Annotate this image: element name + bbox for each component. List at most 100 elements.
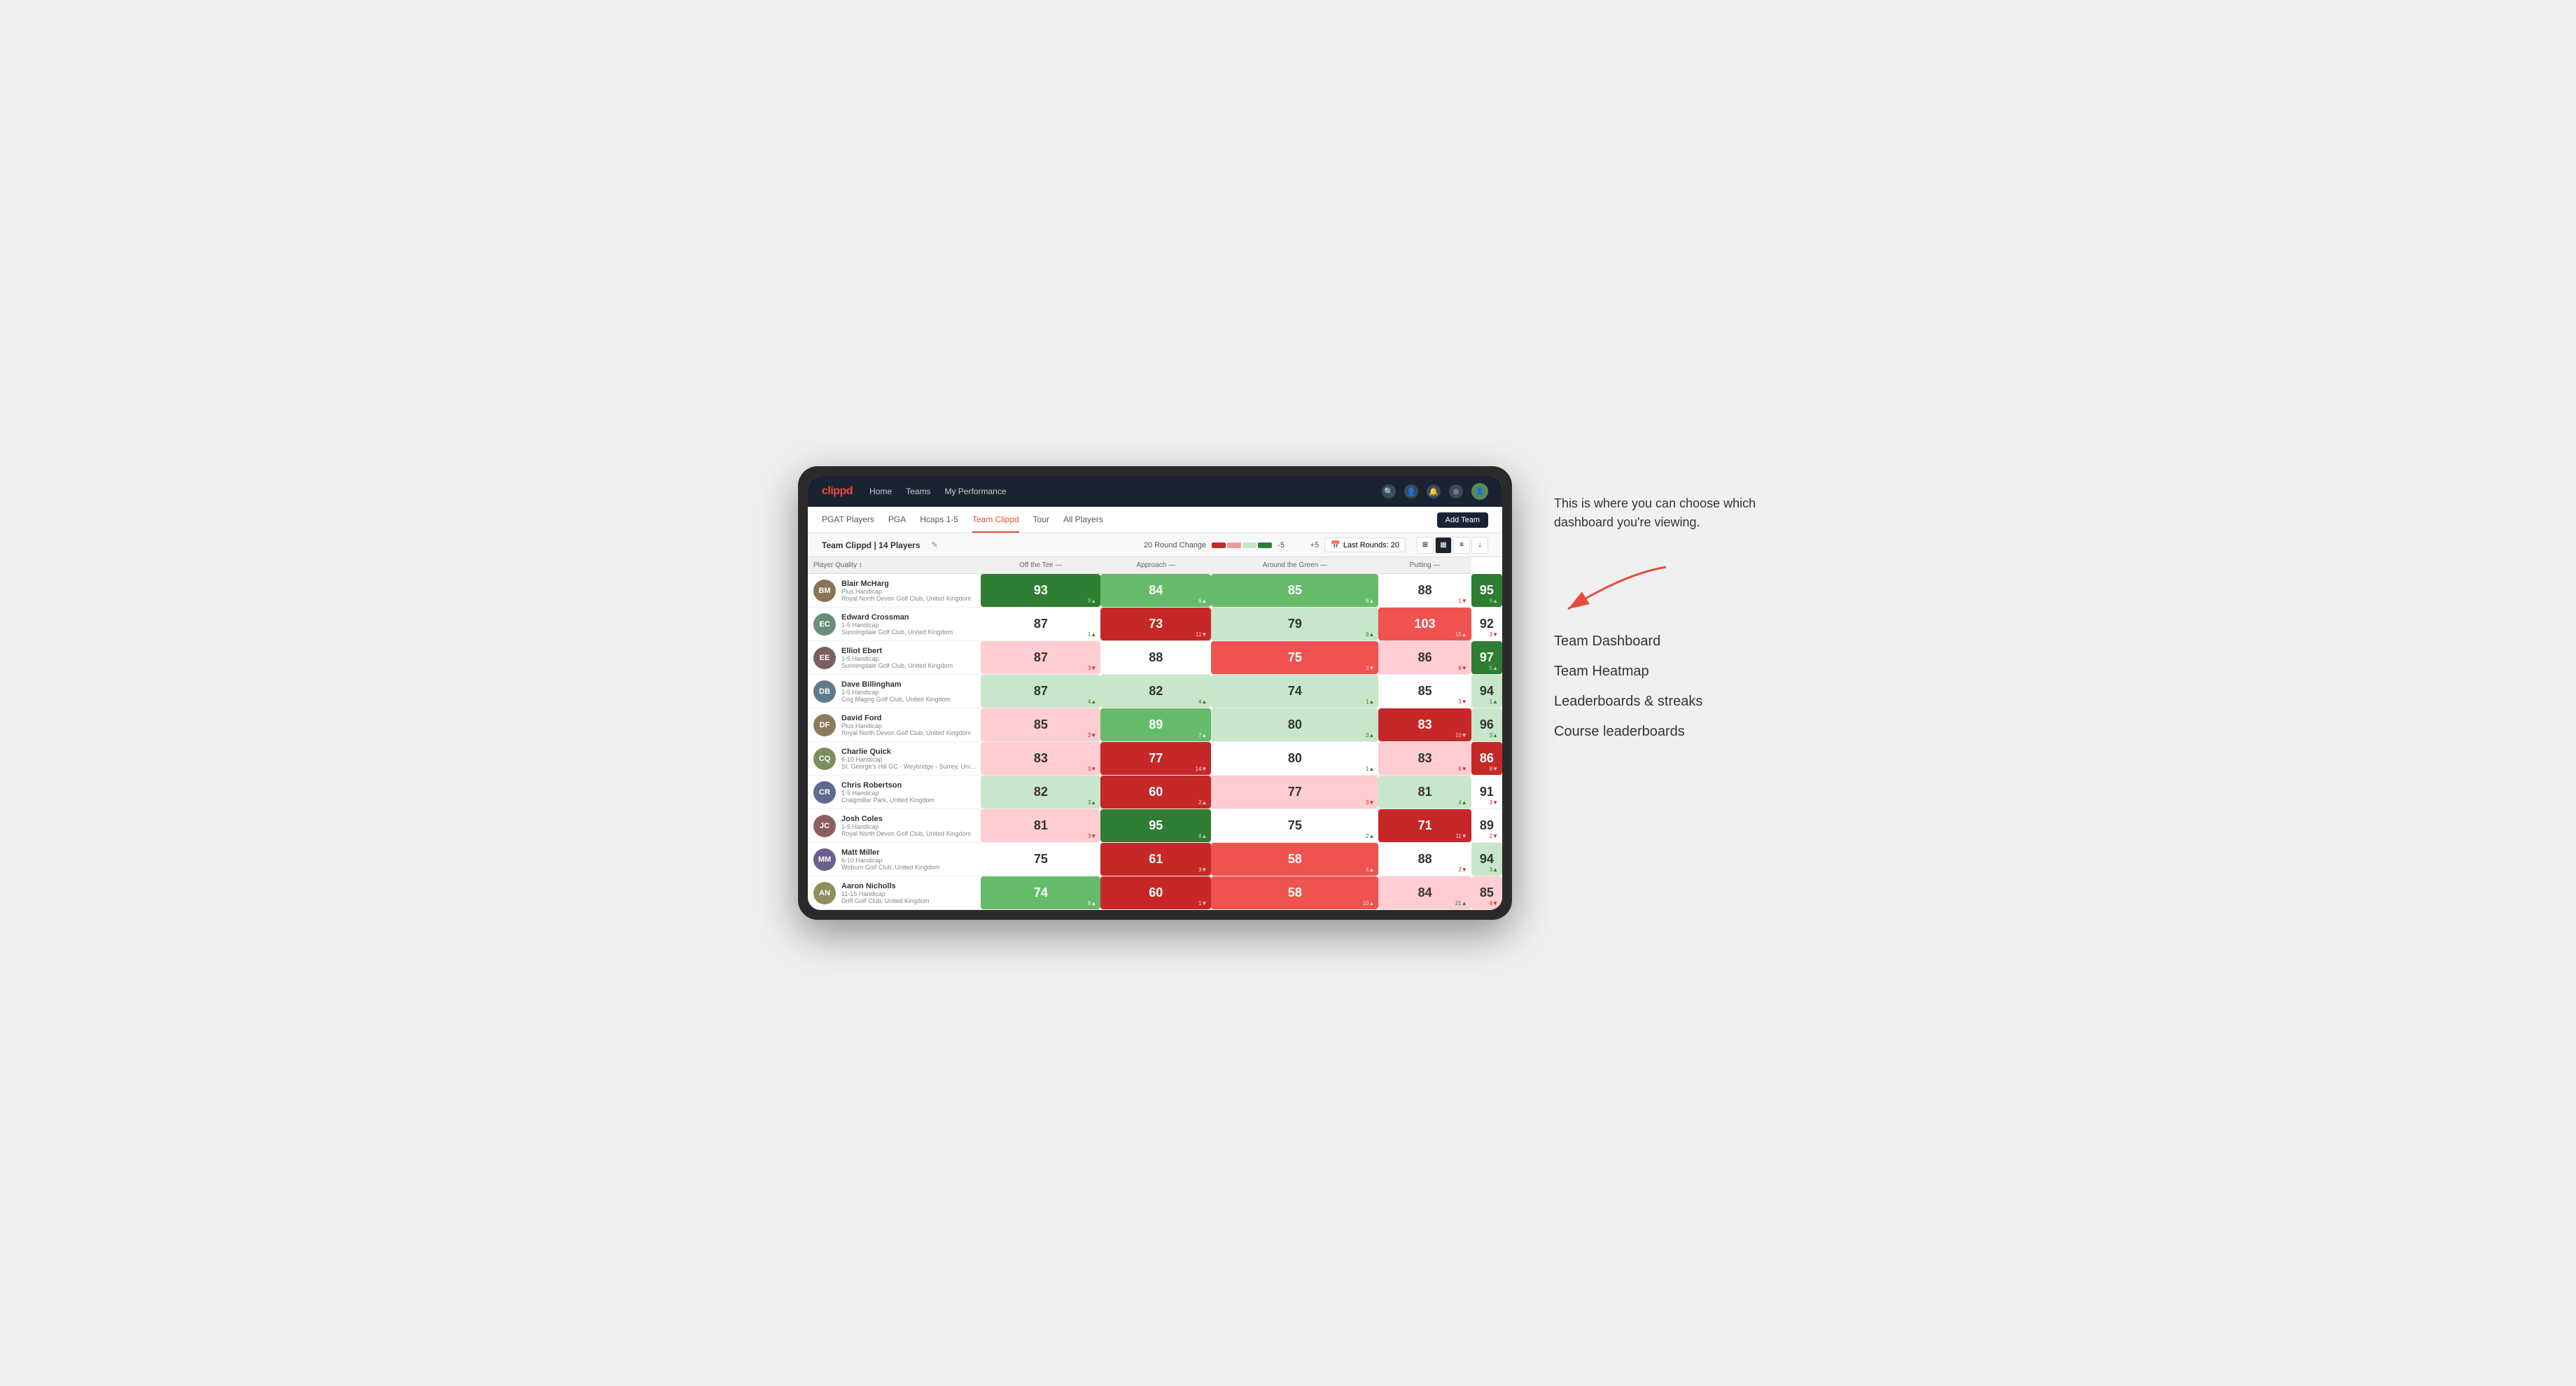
player-cell: MM Matt Miller 6-10 Handicap Woburn Golf…: [808, 844, 981, 875]
tab-hcaps[interactable]: Hcaps 1-5: [920, 507, 958, 533]
cell-putting-atg: 85 3▼: [1378, 675, 1471, 708]
range-label: -5 +5: [1278, 541, 1319, 550]
player-avatar: MM: [813, 848, 836, 871]
notifications-icon[interactable]: 🔔: [1427, 484, 1441, 498]
table-row[interactable]: CR Chris Robertson 1-5 Handicap Craigmil…: [808, 776, 1502, 809]
heatmap-view-button[interactable]: ▦: [1435, 537, 1452, 554]
metric-value: 95: [1149, 818, 1163, 833]
edit-icon[interactable]: ✎: [932, 540, 938, 550]
cell-approach: 77 14▼: [1100, 742, 1211, 776]
cell-around-green: 58 10▲: [1211, 876, 1378, 910]
metric-box: 87 3▼: [981, 641, 1100, 674]
option-team-heatmap[interactable]: Team Heatmap: [1554, 664, 1778, 680]
metric-change: 9▲: [1366, 631, 1374, 638]
player-cell: EE Elliot Ebert 1-5 Handicap Sunningdale…: [808, 643, 981, 673]
player-cell: CQ Charlie Quick 6-10 Handicap St. Georg…: [808, 743, 981, 774]
player-avatar: EE: [813, 647, 836, 669]
grid-view-button[interactable]: ⊞: [1417, 537, 1434, 554]
view-toggles: ⊞ ▦ ≡ ↓: [1417, 537, 1488, 554]
metric-box: 85 3▼: [981, 708, 1100, 741]
metric-change: 4▲: [1458, 799, 1466, 806]
list-view-button[interactable]: ≡: [1453, 537, 1470, 554]
metric-change: 9▲: [1490, 598, 1498, 604]
metric-box: 87 1▲: [981, 608, 1100, 640]
nav-home[interactable]: Home: [869, 486, 892, 496]
avatar[interactable]: 👤: [1471, 483, 1488, 500]
option-leaderboards[interactable]: Leaderboards & streaks: [1554, 694, 1778, 710]
metric-box: 71 11▼: [1378, 809, 1471, 842]
player-handicap: 1-5 Handicap: [841, 655, 975, 662]
col-header-putting[interactable]: Putting —: [1378, 557, 1471, 574]
metric-change: 2▼: [1490, 833, 1498, 839]
metric-value: 93: [1034, 583, 1048, 598]
table-row[interactable]: BM Blair McHarg Plus Handicap Royal Nort…: [808, 574, 1502, 608]
metric-value: 60: [1149, 886, 1163, 900]
cell-putting-atg: 103 15▲: [1378, 608, 1471, 641]
cell-approach: 61 3▼: [1100, 843, 1211, 876]
table-row[interactable]: EE Elliot Ebert 1-5 Handicap Sunningdale…: [808, 641, 1502, 675]
navbar-nav: Home Teams My Performance: [869, 486, 1365, 496]
table-row[interactable]: CQ Charlie Quick 6-10 Handicap St. Georg…: [808, 742, 1502, 776]
player-club: Sunningdale Golf Club, United Kingdom: [841, 662, 975, 669]
metric-change: 8▲: [1088, 900, 1096, 906]
metric-change: 6▼: [1458, 665, 1466, 671]
last-rounds-button[interactable]: 📅 Last Rounds: 20: [1324, 538, 1406, 552]
player-name: Matt Miller: [841, 848, 975, 857]
color-seg-light-green: [1242, 542, 1256, 548]
tablet-screen: clippd Home Teams My Performance 🔍 👤 🔔 ⊕…: [808, 476, 1502, 910]
tab-pgat-players[interactable]: PGAT Players: [822, 507, 874, 533]
user-icon[interactable]: 👤: [1404, 484, 1418, 498]
table-row[interactable]: JC Josh Coles 1-5 Handicap Royal North D…: [808, 809, 1502, 843]
tab-pga[interactable]: PGA: [888, 507, 906, 533]
player-handicap: Plus Handicap: [841, 722, 975, 729]
table-row[interactable]: EC Edward Crossman 1-5 Handicap Sunningd…: [808, 608, 1502, 641]
player-cell: EC Edward Crossman 1-5 Handicap Sunningd…: [808, 609, 981, 640]
nav-teams[interactable]: Teams: [906, 486, 930, 496]
metric-change: 9▲: [1088, 598, 1096, 604]
table-row[interactable]: DF David Ford Plus Handicap Royal North …: [808, 708, 1502, 742]
tab-tour[interactable]: Tour: [1033, 507, 1049, 533]
cell-putting-atg: 88 2▼: [1378, 843, 1471, 876]
col-header-off-tee[interactable]: Off the Tee —: [981, 557, 1100, 574]
table-row[interactable]: DB Dave Billingham 1-5 Handicap Gog Mago…: [808, 675, 1502, 708]
metric-box: 74 8▲: [981, 876, 1100, 909]
metric-value: 83: [1418, 718, 1432, 732]
player-name: Blair McHarg: [841, 580, 975, 588]
table-header: Player Quality ↕ Off the Tee — Approach …: [808, 557, 1502, 574]
players-table: Player Quality ↕ Off the Tee — Approach …: [808, 557, 1502, 910]
option-team-dashboard[interactable]: Team Dashboard: [1554, 634, 1778, 650]
table-row[interactable]: AN Aaron Nicholls 11-15 Handicap Drift G…: [808, 876, 1502, 910]
add-team-button[interactable]: Add Team: [1437, 512, 1488, 528]
download-button[interactable]: ↓: [1471, 537, 1488, 554]
tab-all-players[interactable]: All Players: [1063, 507, 1103, 533]
metric-value: 92: [1480, 617, 1494, 631]
option-course-leaderboards[interactable]: Course leaderboards: [1554, 724, 1778, 740]
color-bar: [1212, 542, 1272, 548]
metric-box: 60 2▲: [1100, 776, 1211, 808]
player-club: Gog Magog Golf Club, United Kingdom: [841, 696, 975, 703]
settings-icon[interactable]: ⊕: [1449, 484, 1463, 498]
metric-change: 3▼: [1366, 665, 1374, 671]
metric-value: 86: [1480, 751, 1494, 766]
metric-change: 10▼: [1455, 732, 1467, 738]
metric-value: 88: [1418, 852, 1432, 867]
metric-change: 6▼: [1458, 766, 1466, 772]
player-club: Royal North Devon Golf Club, United King…: [841, 729, 975, 736]
nav-my-performance[interactable]: My Performance: [944, 486, 1006, 496]
player-handicap: 1-5 Handicap: [841, 823, 975, 830]
table-row[interactable]: MM Matt Miller 6-10 Handicap Woburn Golf…: [808, 843, 1502, 876]
metric-value: 85: [1288, 583, 1302, 598]
color-seg-red: [1212, 542, 1226, 548]
metric-box: 77 3▼: [1211, 776, 1378, 808]
annotation-text: This is where you can choose which dashb…: [1554, 494, 1778, 532]
metric-box: 103 15▲: [1378, 608, 1471, 640]
metric-box: 94 3▲: [1471, 843, 1502, 876]
metric-change: 3▲: [1088, 799, 1096, 806]
col-header-around-green[interactable]: Around the Green —: [1211, 557, 1378, 574]
metric-box: 83 3▼: [981, 742, 1100, 775]
tab-team-clippd[interactable]: Team Clippd: [972, 507, 1019, 533]
metric-change: 4▲: [1198, 699, 1207, 705]
col-header-approach[interactable]: Approach —: [1100, 557, 1211, 574]
search-icon[interactable]: 🔍: [1382, 484, 1396, 498]
metric-value: 80: [1288, 751, 1302, 766]
